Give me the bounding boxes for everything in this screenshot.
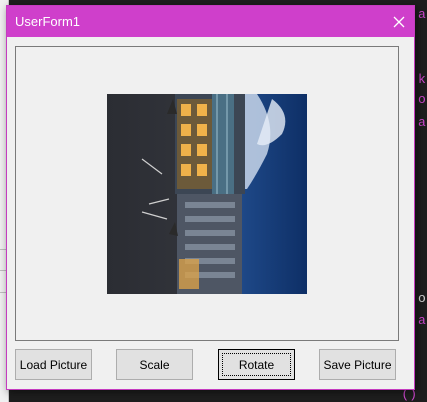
userform-window: UserForm1 Load Picture Scale Rotate Save… xyxy=(6,5,415,390)
code-fragment: ot xyxy=(418,92,427,107)
code-fragment: a xyxy=(418,115,426,130)
code-fragment: k( xyxy=(418,72,427,87)
image-frame xyxy=(15,46,399,341)
rotate-button[interactable]: Rotate xyxy=(218,349,295,380)
close-button[interactable] xyxy=(383,6,414,37)
load-picture-label: Load Picture xyxy=(19,357,88,372)
window-title: UserForm1 xyxy=(15,14,81,29)
picture-image xyxy=(107,94,307,294)
code-fragment: () xyxy=(401,387,417,402)
close-icon xyxy=(393,16,404,27)
save-picture-button[interactable]: Save Picture xyxy=(319,349,396,380)
title-bar[interactable]: UserForm1 xyxy=(7,6,414,37)
code-fragment: a xyxy=(418,7,426,22)
code-fragment: o) xyxy=(418,291,427,306)
rotated-building-photo-icon xyxy=(107,94,307,294)
rotate-label: Rotate xyxy=(238,357,275,372)
save-picture-label: Save Picture xyxy=(323,357,392,372)
scale-button[interactable]: Scale xyxy=(116,349,193,380)
code-fragment: a xyxy=(418,313,426,328)
background-code-editor xyxy=(414,0,427,402)
scale-label: Scale xyxy=(139,357,170,372)
background-editor-bottom: () xyxy=(120,388,427,402)
load-picture-button[interactable]: Load Picture xyxy=(15,349,92,380)
